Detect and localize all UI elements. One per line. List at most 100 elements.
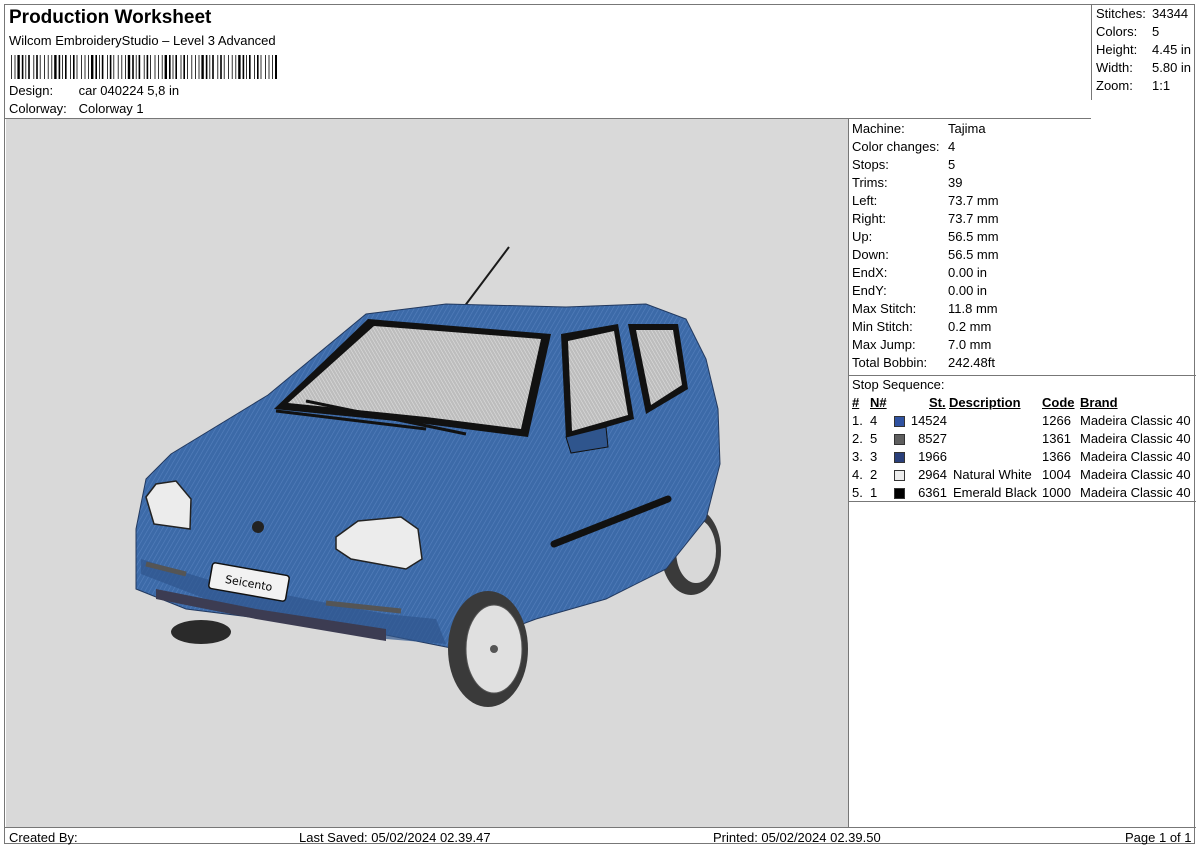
thread-code: 1004 xyxy=(1042,467,1071,482)
barcode-bar xyxy=(249,55,251,79)
machine-label: Down: xyxy=(852,247,889,262)
barcode-bar xyxy=(209,55,211,79)
barcode-bar xyxy=(84,55,86,79)
machine-panel: Machine: Tajima Color changes: 4 Stops: 5 Trim… xyxy=(849,119,1196,827)
barcode-bar xyxy=(17,55,20,79)
thread-code: 1366 xyxy=(1042,449,1071,464)
row-number: 2. xyxy=(852,431,863,446)
stat-value: 34344 xyxy=(1152,6,1189,21)
stat-label: Height: xyxy=(1096,42,1138,57)
row-number: 5. xyxy=(852,485,863,500)
created-by: Created By: xyxy=(9,830,78,845)
barcode-bar xyxy=(268,55,270,79)
needle-number: 4 xyxy=(870,413,878,428)
colorway-value: Colorway 1 xyxy=(78,101,144,116)
machine-label: Stops: xyxy=(852,157,889,172)
software-name: Wilcom EmbroideryStudio – Level 3 Advanc… xyxy=(9,33,276,48)
barcode-bar xyxy=(28,55,30,79)
row-number: 3. xyxy=(852,449,863,464)
stitch-count: 14524 xyxy=(910,413,947,428)
thread-brand: Madeira Classic 40 xyxy=(1080,467,1191,482)
machine-row: Machine: Tajima xyxy=(852,121,986,136)
stat-value: 5 xyxy=(1152,24,1160,39)
machine-row: Min Stitch: 0.2 mm xyxy=(852,319,991,334)
machine-row: Up: 56.5 mm xyxy=(852,229,999,244)
barcode-bar xyxy=(91,55,94,79)
row-number: 4. xyxy=(852,467,863,482)
barcode-bar xyxy=(228,55,229,79)
barcode xyxy=(11,55,277,79)
footer: Created By: Last Saved: 05/02/2024 02.39… xyxy=(5,827,1196,846)
barcode-bar xyxy=(107,55,108,79)
needle-number: 1 xyxy=(870,485,878,500)
machine-label: EndX: xyxy=(852,265,888,280)
barcode-bar xyxy=(146,55,149,79)
barcode-bar xyxy=(121,55,123,79)
column-header-n: N# xyxy=(870,395,887,410)
stat-label: Stitches: xyxy=(1096,6,1146,21)
barcode-bar xyxy=(242,55,245,79)
stat-value: 4.45 in xyxy=(1152,42,1192,57)
machine-label: Max Jump: xyxy=(852,337,916,352)
needle-number: 5 xyxy=(870,431,878,446)
thread-code: 1000 xyxy=(1042,485,1071,500)
barcode-bar xyxy=(127,55,131,79)
column-header-brand: Brand xyxy=(1080,395,1118,410)
barcode-bar xyxy=(70,55,71,79)
machine-value: 7.0 mm xyxy=(948,337,992,352)
colorway-label: Colorway: xyxy=(9,101,67,116)
barcode-bar xyxy=(101,55,104,79)
machine-row: Down: 56.5 mm xyxy=(852,247,999,262)
barcode-bar xyxy=(201,55,204,79)
barcode-bar xyxy=(54,55,57,79)
barcode-bar xyxy=(161,55,163,79)
thread-brand: Madeira Classic 40 xyxy=(1080,449,1191,464)
column-header-num: # xyxy=(852,395,860,410)
machine-label: Color changes: xyxy=(852,139,940,154)
car-embroidery-image: Seicento xyxy=(135,246,721,707)
barcode-bar xyxy=(36,55,38,79)
barcode-bar xyxy=(81,55,82,79)
row-number: 1. xyxy=(852,413,863,428)
stat-zoom: Zoom: 1:1 xyxy=(1096,78,1170,93)
machine-row: Max Stitch: 11.8 mm xyxy=(852,301,998,316)
design-value: car 040224 5,8 in xyxy=(78,83,180,98)
barcode-bar xyxy=(183,55,185,79)
barcode-bar xyxy=(76,55,78,79)
barcode-bar xyxy=(33,55,35,79)
barcode-bar xyxy=(21,55,24,79)
divider xyxy=(849,501,1196,502)
thread-description: Emerald Black xyxy=(953,485,1037,500)
stat-value: 1:1 xyxy=(1152,78,1171,93)
barcode-bar xyxy=(99,55,100,79)
barcode-bar xyxy=(254,55,255,79)
stat-stitches: Stitches: 34344 xyxy=(1096,6,1188,21)
stat-value: 5.80 in xyxy=(1152,60,1192,75)
machine-value: 11.8 mm xyxy=(948,301,998,316)
barcode-bar xyxy=(180,55,182,79)
barcode-bar xyxy=(164,55,167,79)
machine-row: EndY: 0.00 in xyxy=(852,283,987,298)
stitch-count: 8527 xyxy=(918,431,947,446)
column-header-st: St. xyxy=(929,395,946,410)
machine-label: EndY: xyxy=(852,283,887,298)
barcode-bar xyxy=(44,55,45,79)
barcode-bar xyxy=(138,55,141,79)
barcode-bar xyxy=(135,55,137,79)
barcode-bar xyxy=(88,55,89,79)
machine-value: 73.7 mm xyxy=(948,193,999,208)
barcode-bar xyxy=(25,55,27,79)
thread-brand: Madeira Classic 40 xyxy=(1080,485,1191,500)
machine-value: Tajima xyxy=(948,121,986,136)
barcode-bar xyxy=(175,55,177,79)
barcode-bar xyxy=(109,55,112,79)
barcode-bar xyxy=(154,55,156,79)
machine-value: 0.00 in xyxy=(948,265,988,280)
stitch-count: 1966 xyxy=(918,449,947,464)
stat-label: Width: xyxy=(1096,60,1133,75)
barcode-bar xyxy=(58,55,61,79)
page-number: Page 1 of 1 xyxy=(1125,830,1192,845)
machine-label: Trims: xyxy=(852,175,888,190)
barcode-bar xyxy=(195,55,196,79)
machine-value: 0.00 in xyxy=(948,283,988,298)
